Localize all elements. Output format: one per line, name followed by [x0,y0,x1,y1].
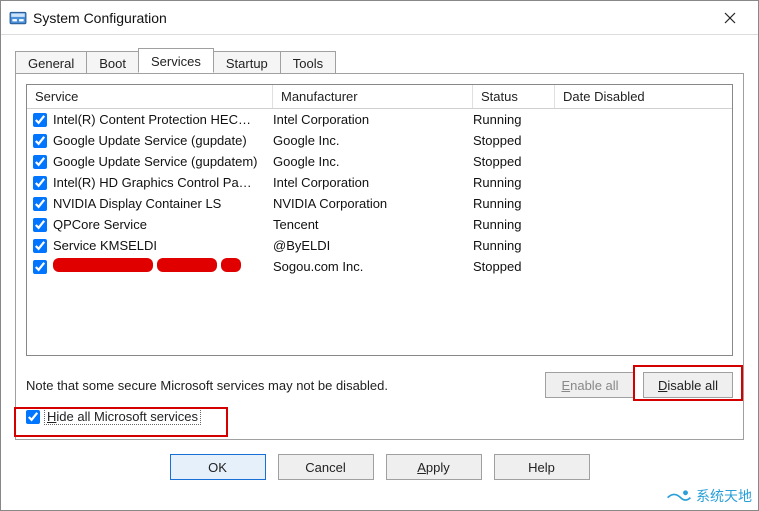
list-body: Intel(R) Content Protection HEC…Intel Co… [27,109,732,277]
content-area: General Boot Services Startup Tools Serv… [1,35,758,480]
service-manufacturer: Tencent [273,217,473,232]
tab-strip: General Boot Services Startup Tools [15,47,744,73]
service-row[interactable]: Google Update Service (gupdate)Google In… [27,130,732,151]
service-name: Google Update Service (gupdatem) [53,154,273,169]
watermark-icon [666,486,692,506]
tab-general[interactable]: General [15,51,87,74]
service-row[interactable]: NVIDIA Display Container LSNVIDIA Corpor… [27,193,732,214]
service-manufacturer: Google Inc. [273,154,473,169]
service-row[interactable]: Service KMSELDI@ByELDIRunning [27,235,732,256]
service-row[interactable]: QPCore ServiceTencentRunning [27,214,732,235]
note-text: Note that some secure Microsoft services… [26,378,537,393]
service-manufacturer: Google Inc. [273,133,473,148]
service-status: Running [473,238,555,253]
note-row: Note that some secure Microsoft services… [26,372,733,398]
service-manufacturer: Intel Corporation [273,175,473,190]
enable-all-button[interactable]: Enable all [545,372,635,398]
close-button[interactable] [710,4,750,32]
help-button[interactable]: Help [494,454,590,480]
ok-button[interactable]: OK [170,454,266,480]
tab-panel-services: Service Manufacturer Status Date Disable… [15,73,744,440]
tab-boot[interactable]: Boot [86,51,139,74]
service-manufacturer: @ByELDI [273,238,473,253]
service-status: Stopped [473,259,555,274]
services-listview[interactable]: Service Manufacturer Status Date Disable… [26,84,733,356]
service-status: Stopped [473,133,555,148]
service-row[interactable]: Google Update Service (gupdatem)Google I… [27,151,732,172]
service-name: Intel(R) Content Protection HEC… [53,112,273,127]
watermark-text: 系统天地 [696,486,752,506]
service-row[interactable]: Sogou.com Inc.Stopped [27,256,732,277]
tab-startup[interactable]: Startup [213,51,281,74]
window-title: System Configuration [33,10,710,26]
msconfig-icon [9,9,27,27]
service-manufacturer: NVIDIA Corporation [273,196,473,211]
list-header: Service Manufacturer Status Date Disable… [27,85,732,109]
service-status: Running [473,217,555,232]
service-row[interactable]: Intel(R) Content Protection HEC…Intel Co… [27,109,732,130]
service-manufacturer: Intel Corporation [273,112,473,127]
service-name: Intel(R) HD Graphics Control Pa… [53,175,273,190]
col-header-manufacturer[interactable]: Manufacturer [273,85,473,108]
service-checkbox[interactable] [33,218,47,232]
service-checkbox[interactable] [33,113,47,127]
watermark: 系统天地 [666,486,752,506]
service-name [53,258,273,275]
hide-microsoft-checkbox[interactable] [26,410,40,424]
hide-microsoft-label[interactable]: Hide all Microsoft services [44,408,201,425]
service-status: Running [473,175,555,190]
tab-services[interactable]: Services [138,48,214,73]
service-status: Running [473,112,555,127]
service-checkbox[interactable] [33,134,47,148]
col-header-status[interactable]: Status [473,85,555,108]
service-name: Google Update Service (gupdate) [53,133,273,148]
service-name: NVIDIA Display Container LS [53,196,273,211]
titlebar: System Configuration [1,1,758,35]
service-manufacturer: Sogou.com Inc. [273,259,473,274]
cancel-button[interactable]: Cancel [278,454,374,480]
dialog-button-row: OK Cancel Apply Help [15,454,744,480]
service-checkbox[interactable] [33,155,47,169]
service-status: Running [473,196,555,211]
service-row[interactable]: Intel(R) HD Graphics Control Pa…Intel Co… [27,172,732,193]
service-name: QPCore Service [53,217,273,232]
disable-all-button[interactable]: Disable all [643,372,733,398]
apply-button[interactable]: Apply [386,454,482,480]
service-checkbox[interactable] [33,239,47,253]
service-name: Service KMSELDI [53,238,273,253]
col-header-service[interactable]: Service [27,85,273,108]
service-checkbox[interactable] [33,176,47,190]
service-status: Stopped [473,154,555,169]
close-icon [724,12,736,24]
service-checkbox[interactable] [33,260,47,274]
col-header-date-disabled[interactable]: Date Disabled [555,85,732,108]
hide-microsoft-row: Hide all Microsoft services [26,408,733,425]
tab-tools[interactable]: Tools [280,51,336,74]
service-checkbox[interactable] [33,197,47,211]
